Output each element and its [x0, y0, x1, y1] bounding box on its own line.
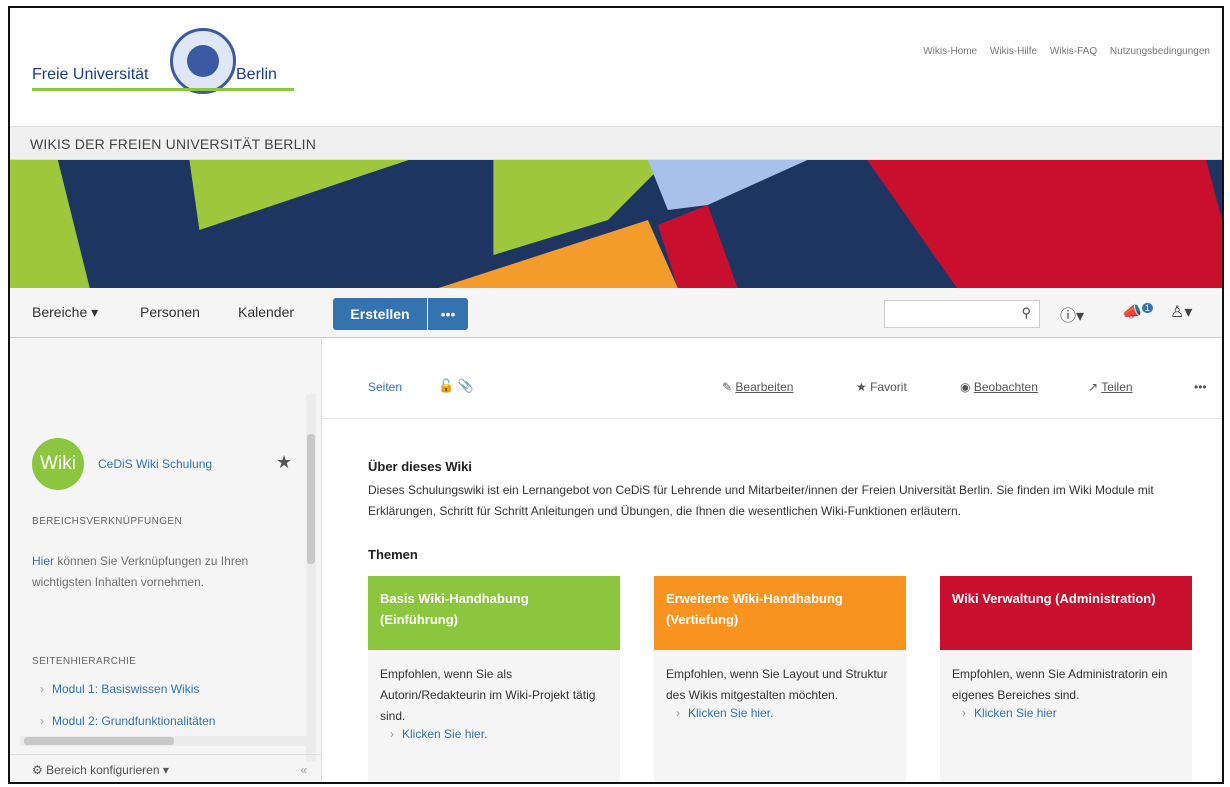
star-icon[interactable]: ★ — [276, 452, 292, 473]
pencil-icon: ✎ — [722, 380, 733, 394]
main-content: Seiten 🔓 📎 ✎ Bearbeiten ★ Favorit ◉ Beob… — [322, 338, 1222, 782]
space-links-hier-link[interactable]: Hier — [32, 554, 54, 568]
header-banner — [10, 160, 1222, 288]
logo-text-left: Freie Universität — [32, 66, 149, 83]
more-actions-button[interactable]: ••• — [1194, 380, 1207, 394]
fu-seal-icon — [170, 28, 236, 94]
edit-label: Bearbeiten — [735, 380, 794, 394]
breadcrumb-seiten[interactable]: Seiten — [368, 380, 402, 394]
gear-icon: ⚙ — [32, 763, 43, 777]
card-link[interactable]: › Klicken Sie hier. — [654, 706, 906, 720]
top-link-wikis-hilfe[interactable]: Wikis-Hilfe — [990, 46, 1037, 57]
eye-icon: ◉ — [960, 380, 971, 394]
page-tree-item[interactable]: › Modul 2: Grundfunktionalitäten — [40, 714, 215, 728]
page-toolbar: Seiten 🔓 📎 ✎ Bearbeiten ★ Favorit ◉ Beob… — [322, 338, 1222, 419]
logo-text-right: Berlin — [236, 66, 277, 83]
card-text: Empfohlen, wenn Sie Layout und Struktur … — [666, 667, 888, 702]
page-restrictions-icons[interactable]: 🔓 📎 — [438, 378, 474, 394]
configure-space-button[interactable]: ⚙ Bereich konfigurieren ▾ — [32, 763, 169, 777]
chevron-right-icon: › — [962, 706, 966, 720]
site-title: WIKIS DER FREIEN UNIVERSITÄT BERLIN — [30, 136, 317, 152]
search-input[interactable]: ⚲ — [884, 300, 1040, 328]
logo-underline — [32, 88, 294, 91]
nav-kalender[interactable]: Kalender — [238, 304, 294, 320]
card-title: Wiki Verwaltung (Administration) — [940, 576, 1192, 650]
top-link-wikis-home[interactable]: Wikis-Home — [923, 46, 977, 57]
search-icon: ⚲ — [1021, 305, 1031, 320]
page-tree-heading: SEITENHIERARCHIE — [32, 656, 137, 667]
page-heading: Über dieses Wiki — [368, 459, 472, 474]
notifications-count: 1 — [1141, 302, 1153, 313]
chevron-down-icon: ▾ — [91, 304, 99, 320]
configure-space-label: Bereich konfigurieren — [46, 763, 160, 777]
share-icon: ↗ — [1088, 380, 1099, 394]
topic-card-erweitert: Erweiterte Wiki-Handhabung (Vertiefung) … — [654, 576, 906, 782]
top-link-wikis-faq[interactable]: Wikis-FAQ — [1050, 46, 1097, 57]
scrollbar-thumb[interactable] — [307, 434, 315, 564]
unlock-icon[interactable]: 🔓 — [438, 378, 454, 393]
page-tree-item[interactable]: › Modul 1: Basiswissen Wikis — [40, 682, 199, 696]
fu-logo[interactable]: Freie Universität Berlin — [32, 28, 302, 112]
watch-label: Beobachten — [973, 380, 1038, 394]
top-link-nutzungsbedingungen[interactable]: Nutzungsbedingungen — [1110, 46, 1210, 57]
card-text: Empfohlen, wenn Sie Administratorin ein … — [952, 667, 1168, 702]
themen-heading: Themen — [368, 547, 418, 562]
card-text: Empfohlen, wenn Sie als Autorin/Redakteu… — [380, 667, 596, 723]
user-avatar-icon[interactable]: ♙▾ — [1170, 302, 1192, 322]
topic-card-basis: Basis Wiki-Handhabung (Einführung) Empfo… — [368, 576, 620, 782]
space-sidebar: Wiki CeDiS Wiki Schulung ★ BEREICHSVERKN… — [10, 338, 322, 782]
space-logo[interactable]: Wiki — [32, 438, 84, 490]
notifications-icon[interactable]: 📣 1 — [1122, 302, 1153, 322]
favorite-label: Favorit — [870, 380, 907, 394]
card-link[interactable]: › Klicken Sie hier. — [368, 727, 620, 741]
create-button[interactable]: Erstellen — [333, 298, 427, 330]
page-intro: Dieses Schulungswiki ist ein Lernangebot… — [368, 483, 1154, 518]
space-links-text: Hier können Sie Verknüpfungen zu Ihren w… — [32, 551, 282, 593]
share-button[interactable]: ↗ Teilen — [1088, 380, 1133, 394]
share-label: Teilen — [1101, 380, 1133, 394]
chevron-right-icon: › — [390, 727, 394, 741]
top-links: Wikis-Home Wikis-Hilfe Wikis-FAQ Nutzung… — [913, 46, 1210, 57]
card-title: Basis Wiki-Handhabung (Einführung) — [368, 576, 620, 650]
page-tree-item-label: Modul 2: Grundfunktionalitäten — [52, 714, 216, 728]
attachment-icon[interactable]: 📎 — [458, 378, 474, 393]
site-title-bar: WIKIS DER FREIEN UNIVERSITÄT BERLIN — [10, 126, 1222, 160]
chevron-right-icon: › — [676, 706, 680, 720]
chevron-right-icon[interactable]: › — [40, 714, 44, 728]
fu-header: Freie Universität Berlin Wikis-Home Wiki… — [10, 8, 1222, 126]
top-navigation: Bereiche ▾ Personen Kalender Erstellen •… — [10, 288, 1222, 338]
nav-bereiche-label: Bereiche — [32, 304, 88, 320]
browser-frame: Freie Universität Berlin Wikis-Home Wiki… — [8, 6, 1224, 784]
sidebar-footer: ⚙ Bereich konfigurieren ▾ « — [10, 754, 321, 782]
chevron-right-icon[interactable]: › — [40, 682, 44, 696]
scrollbar-thumb[interactable] — [24, 737, 174, 745]
space-links-text-rest: können Sie Verknüpfungen zu Ihren wichti… — [32, 554, 249, 589]
favorite-button[interactable]: ★ Favorit — [856, 380, 907, 394]
create-more-button[interactable]: ••• — [428, 298, 468, 330]
topic-card-verwaltung: Wiki Verwaltung (Administration) Empfohl… — [940, 576, 1192, 782]
nav-personen[interactable]: Personen — [140, 304, 200, 320]
sidebar-horizontal-scrollbar[interactable] — [20, 736, 306, 746]
card-link-label[interactable]: Klicken Sie hier. — [688, 706, 773, 720]
sidebar-vertical-scrollbar[interactable] — [306, 394, 316, 762]
space-links-heading: BEREICHSVERKNÜPFUNGEN — [32, 516, 183, 527]
watch-button[interactable]: ◉ Beobachten — [960, 380, 1038, 394]
card-title: Erweiterte Wiki-Handhabung (Vertiefung) — [654, 576, 906, 650]
page-tree-item-label: Modul 1: Basiswissen Wikis — [52, 682, 200, 696]
star-icon: ★ — [856, 380, 867, 394]
chevron-down-icon: ▾ — [162, 763, 169, 777]
help-icon[interactable]: ⓘ▾ — [1060, 302, 1084, 326]
card-link-label[interactable]: Klicken Sie hier. — [402, 727, 487, 741]
card-link-label[interactable]: Klicken Sie hier — [974, 706, 1057, 720]
collapse-sidebar-button[interactable]: « — [300, 763, 307, 777]
card-link[interactable]: › Klicken Sie hier — [940, 706, 1192, 720]
edit-button[interactable]: ✎ Bearbeiten — [722, 380, 793, 394]
nav-bereiche[interactable]: Bereiche ▾ — [32, 304, 98, 321]
space-name-link[interactable]: CeDiS Wiki Schulung — [98, 457, 212, 471]
